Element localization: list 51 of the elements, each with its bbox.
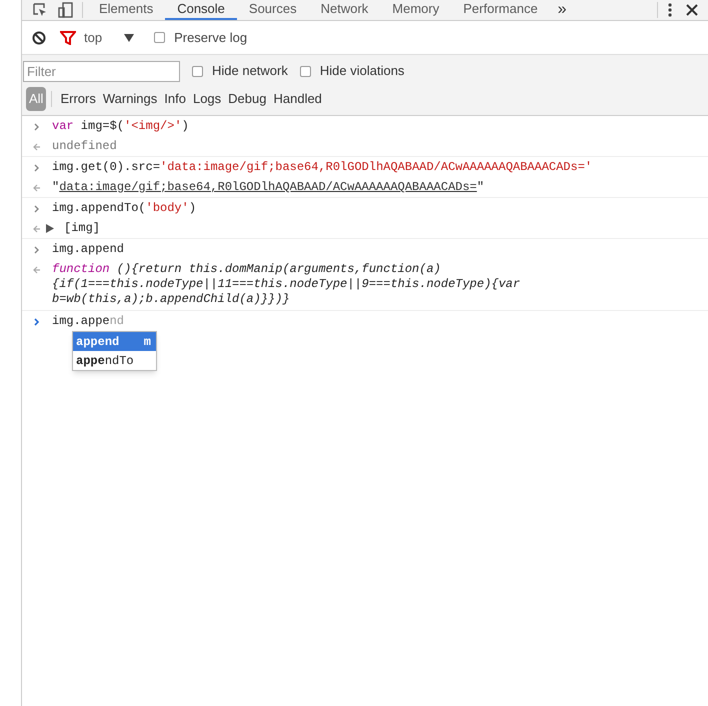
context-selector[interactable]: top: [84, 28, 102, 48]
output-text: [img]: [64, 221, 100, 235]
tab[interactable]: Performance: [451, 0, 550, 20]
code-text: img.append: [52, 242, 124, 256]
input-prompt-icon: [34, 164, 40, 172]
filter-icon[interactable]: [60, 30, 76, 44]
checkbox-label: Hide violations: [320, 62, 404, 80]
tab[interactable]: Elements: [87, 0, 166, 20]
tab[interactable]: Sources: [236, 0, 309, 20]
device-icon[interactable]: [58, 2, 74, 18]
tab[interactable]: Network: [308, 0, 380, 20]
checkbox[interactable]: [154, 32, 166, 43]
inspect-icon[interactable]: [32, 2, 48, 18]
dropdown-caret-icon[interactable]: [124, 34, 134, 42]
function-source: b=wb(this,a);b.appendChild(a)}})}: [52, 292, 291, 307]
level-filter[interactable]: Errors: [60, 89, 96, 109]
level-filter[interactable]: Debug: [228, 89, 266, 109]
menu-icon[interactable]: [668, 3, 672, 17]
function-source: function (){return this.domManip(arguments,function(a): [52, 262, 442, 277]
checkbox[interactable]: [192, 66, 203, 76]
input-prompt-icon: [34, 205, 40, 213]
output-text: undefined: [52, 139, 117, 153]
level-filter[interactable]: Logs: [192, 89, 222, 109]
code-text: var img=$('<img/>'): [52, 119, 189, 133]
level-filter[interactable]: Handled: [273, 89, 322, 109]
filter-field[interactable]: Filter: [23, 60, 180, 82]
close-icon[interactable]: [686, 4, 698, 16]
prompt-text[interactable]: img.append: [52, 314, 124, 328]
output-arrow-icon: [33, 225, 41, 233]
output-arrow-icon: [33, 184, 41, 192]
more-tabs-button[interactable]: »: [558, 2, 567, 18]
autocomplete-item[interactable]: append m: [73, 332, 156, 351]
output-text: "data:image/gif;base64,R0lGODlhAQABAAD/ACwAAAAAAQABAAACADs=": [52, 180, 484, 194]
input-prompt-icon: [34, 123, 40, 131]
code-text: img.get(0).src='data:image/gif;base64,R0lGODlhAQABAAD/ACwAAAAAAQABAAACADs=': [52, 160, 592, 174]
checkbox[interactable]: [300, 66, 311, 76]
tab[interactable]: Memory: [380, 0, 452, 20]
code-text: img.appendTo('body'): [52, 201, 196, 215]
checkbox-label: Hide network: [212, 62, 288, 80]
level-filter[interactable]: Info: [164, 89, 186, 109]
checkbox-label: Preserve log: [174, 28, 248, 47]
input-prompt-icon: [34, 246, 40, 254]
expand-triangle-icon[interactable]: [46, 224, 54, 233]
tab[interactable]: Console: [165, 0, 237, 20]
clear-console-icon[interactable]: [32, 30, 46, 44]
autocomplete-item[interactable]: appendTo: [73, 351, 156, 370]
level-filter[interactable]: Warnings: [102, 89, 158, 109]
output-arrow-icon: [33, 143, 41, 151]
output-arrow-icon: [33, 266, 41, 274]
function-source: {if(1===this.nodeType||11===this.nodeType||9===this.nodeType){var: [52, 277, 520, 292]
input-prompt-icon: [34, 318, 40, 326]
